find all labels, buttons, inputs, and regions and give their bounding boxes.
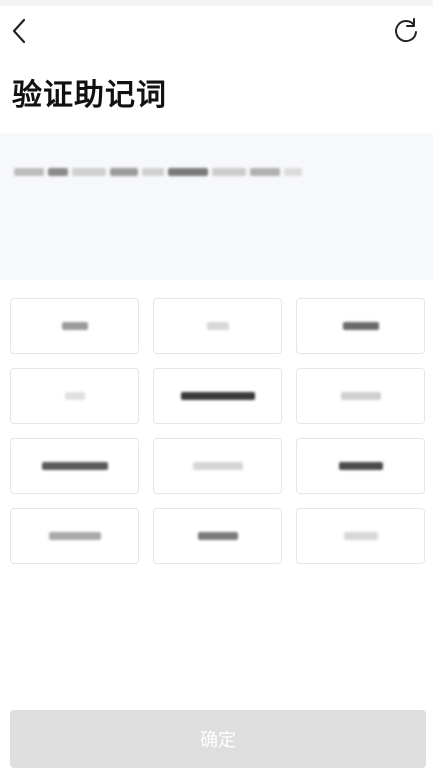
mnemonic-blur-segment [72,168,106,176]
mnemonic-blur-segment [168,168,208,176]
word-option[interactable] [153,508,282,564]
word-option-text [180,392,255,400]
mnemonic-blur-segment [284,168,302,176]
word-option-text [342,322,379,330]
word-option[interactable] [153,298,282,354]
word-option[interactable] [10,368,139,424]
mnemonic-display-area [0,133,433,280]
refresh-icon [395,18,417,43]
top-bar [0,0,433,62]
word-option-text [48,532,101,540]
word-options-grid [10,298,426,564]
word-option[interactable] [10,438,139,494]
chevron-left-icon [12,18,26,44]
confirm-button[interactable]: 确定 [10,710,426,768]
mnemonic-blur-segment [48,168,68,176]
word-option[interactable] [10,508,139,564]
word-option-text [343,532,378,540]
word-option[interactable] [296,298,425,354]
word-option[interactable] [296,368,425,424]
word-option-text [206,322,229,330]
status-strip [0,0,433,6]
word-option-text [61,322,88,330]
mnemonic-blur-segment [212,168,246,176]
mnemonic-blur-segment [142,168,164,176]
word-option[interactable] [10,298,139,354]
mnemonic-blur-segment [14,168,44,176]
word-option-text [192,462,243,470]
word-option-text [197,532,238,540]
mnemonic-phrase-text [14,162,414,182]
page-title: 验证助记词 [12,78,167,113]
word-option[interactable] [153,438,282,494]
back-button[interactable] [6,14,36,48]
word-option-text [338,462,383,470]
mnemonic-blur-segment [250,168,280,176]
word-option-text [340,392,381,400]
word-option[interactable] [153,368,282,424]
word-option-text [64,392,85,400]
word-option-text [41,462,108,470]
word-option[interactable] [296,438,425,494]
word-option[interactable] [296,508,425,564]
mnemonic-blur-segment [110,168,138,176]
refresh-button[interactable] [389,14,423,48]
